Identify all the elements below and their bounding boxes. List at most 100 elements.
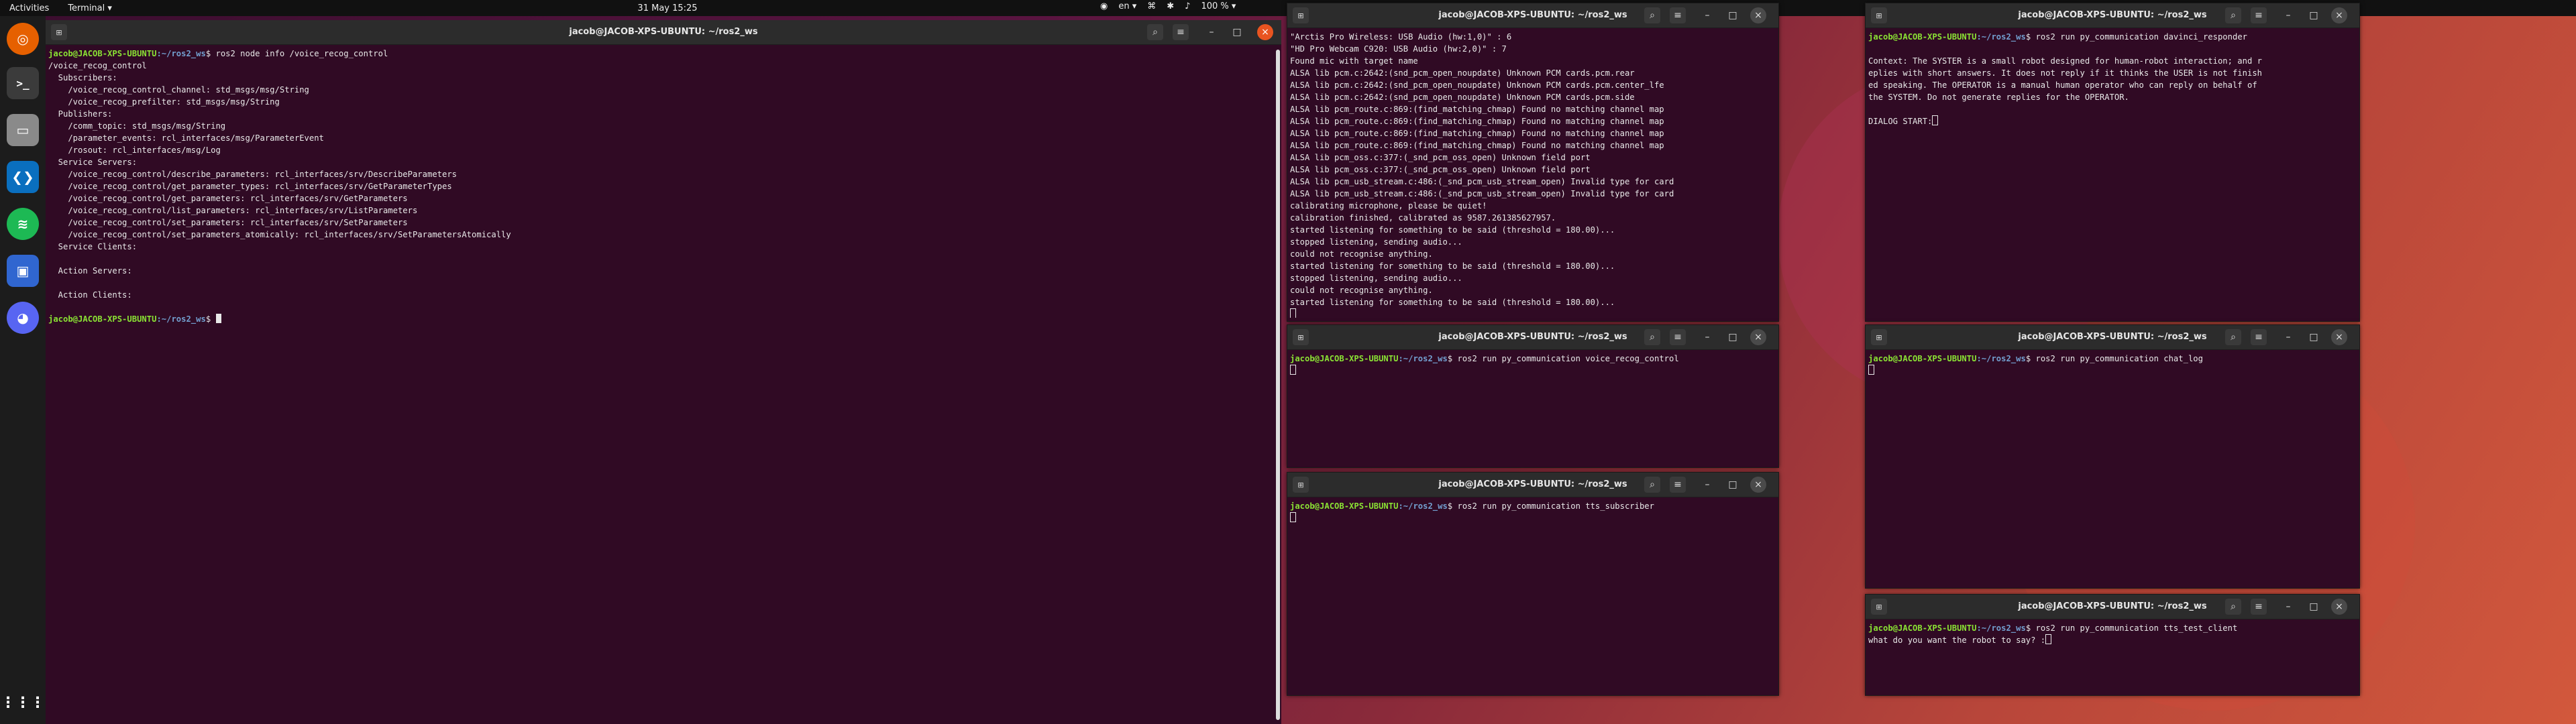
scrollbar[interactable]: [1276, 50, 1280, 720]
command-text: $ ros2 run py_communication davinci_resp…: [2025, 32, 2247, 42]
text-cursor[interactable]: [2045, 634, 2052, 644]
davinci-responder-terminal-window[interactable]: ⊞ jacob@JACOB-XPS-UBUNTU: ~/ros2_ws ⌕ ≡ …: [1865, 3, 2360, 322]
prompt-user: jacob@JACOB-XPS-UBUNTU: [48, 49, 157, 58]
command-text: $ ros2 run py_communication tts_test_cli…: [2025, 623, 2238, 633]
close-icon[interactable]: ×: [1257, 24, 1273, 40]
search-icon[interactable]: ⌕: [2225, 329, 2241, 345]
terminal-output[interactable]: jacob@JACOB-XPS-UBUNTU:~/ros2_ws$ ros2 r…: [1866, 350, 2359, 585]
dialog-start: DIALOG START:: [1868, 117, 1933, 126]
close-icon[interactable]: ×: [2331, 7, 2347, 23]
command-text: $ ros2 run py_communication chat_log: [2025, 354, 2203, 363]
menu-icon[interactable]: ≡: [1670, 7, 1686, 23]
terminal-output[interactable]: jacob@JACOB-XPS-UBUNTU:~/ros2_ws$ ros2 r…: [1866, 619, 2359, 692]
spotify-icon[interactable]: ≋: [7, 208, 39, 240]
terminal-icon[interactable]: >_: [7, 67, 39, 99]
language-indicator[interactable]: en ▾: [1118, 1, 1136, 11]
close-icon[interactable]: ×: [1750, 477, 1766, 493]
search-icon[interactable]: ⌕: [1644, 477, 1660, 493]
terminal-output[interactable]: "Arctis Pro Wireless: USB Audio (hw:1,0)…: [1287, 28, 1778, 318]
search-icon[interactable]: ⌕: [1147, 24, 1163, 40]
minimize-icon[interactable]: –: [1699, 477, 1715, 493]
tts-subscriber-terminal-window[interactable]: ⊞ jacob@JACOB-XPS-UBUNTU: ~/ros2_ws ⌕ ≡ …: [1287, 472, 1779, 696]
maximize-icon[interactable]: □: [2306, 7, 2322, 23]
terminal-output[interactable]: jacob@JACOB-XPS-UBUNTU:~/ros2_ws$ ros2 n…: [46, 45, 1281, 718]
screenshot-icon[interactable]: ▣: [7, 255, 39, 287]
search-icon[interactable]: ⌕: [1644, 329, 1660, 345]
network-icon[interactable]: ⌘: [1147, 1, 1156, 11]
text-cursor: [215, 314, 221, 323]
prompt-path: :~/ros2_ws: [1976, 354, 2026, 363]
speech-terminal-window[interactable]: ⊞ jacob@JACOB-XPS-UBUNTU: ~/ros2_ws ⌕ ≡ …: [1287, 3, 1779, 322]
menu-icon[interactable]: ≡: [1173, 24, 1189, 40]
minimize-icon[interactable]: –: [1699, 329, 1715, 345]
window-header[interactable]: ⊞ jacob@JACOB-XPS-UBUNTU: ~/ros2_ws ⌕ ≡ …: [1287, 325, 1778, 350]
window-header[interactable]: ⊞ jacob@JACOB-XPS-UBUNTU: ~/ros2_ws ⌕ ≡ …: [1866, 595, 2359, 619]
menu-icon[interactable]: ≡: [2251, 7, 2267, 23]
firefox-icon[interactable]: ◎: [7, 23, 39, 55]
text-cursor: [1868, 365, 1874, 375]
maximize-icon[interactable]: □: [1725, 477, 1741, 493]
discord-icon[interactable]: ◕: [7, 302, 39, 334]
text-cursor: [1290, 365, 1296, 375]
maximize-icon[interactable]: □: [2306, 599, 2322, 615]
close-icon[interactable]: ×: [1750, 7, 1766, 23]
prompt-path: :~/ros2_ws: [1976, 623, 2026, 633]
show-apps-icon[interactable]: ⋮⋮⋮: [1, 686, 45, 719]
command-text: $ ros2 node info /voice_recog_control: [205, 49, 388, 58]
maximize-icon[interactable]: □: [1229, 24, 1245, 40]
window-header[interactable]: ⊞ jacob@JACOB-XPS-UBUNTU: ~/ros2_ws ⌕ ≡ …: [1287, 473, 1778, 497]
prompt-user: jacob@JACOB-XPS-UBUNTU: [1290, 354, 1399, 363]
close-icon[interactable]: ×: [2331, 329, 2347, 345]
window-header[interactable]: ⊞ jacob@JACOB-XPS-UBUNTU: ~/ros2_ws ⌕ ≡ …: [46, 20, 1281, 45]
clock[interactable]: 31 May 15:25: [637, 3, 697, 13]
prompt-user: jacob@JACOB-XPS-UBUNTU: [1290, 501, 1399, 511]
minimize-icon[interactable]: –: [2280, 329, 2296, 345]
volume-icon[interactable]: ♪: [1185, 1, 1190, 11]
vscode-icon[interactable]: ❮❯: [7, 161, 39, 193]
context-text: Context: The SYSTER is a small robot des…: [1868, 56, 2262, 102]
files-icon[interactable]: ▭: [7, 114, 39, 146]
text-cursor: [1932, 115, 1939, 125]
command-text: $ ros2 run py_communication tts_subscrib…: [1447, 501, 1654, 511]
bluetooth-icon[interactable]: ✱: [1167, 1, 1174, 11]
menu-icon[interactable]: ≡: [2251, 599, 2267, 615]
prompt-path: :~/ros2_ws: [1398, 354, 1448, 363]
prompt-path: :~/ros2_ws: [1398, 501, 1448, 511]
tts-test-client-terminal-window[interactable]: ⊞ jacob@JACOB-XPS-UBUNTU: ~/ros2_ws ⌕ ≡ …: [1865, 594, 2360, 696]
voice-recog-terminal-window[interactable]: ⊞ jacob@JACOB-XPS-UBUNTU: ~/ros2_ws ⌕ ≡ …: [1287, 324, 1779, 468]
main-terminal-window[interactable]: ⊞ jacob@JACOB-XPS-UBUNTU: ~/ros2_ws ⌕ ≡ …: [46, 20, 1281, 724]
search-icon[interactable]: ⌕: [2225, 7, 2241, 23]
menu-icon[interactable]: ≡: [1670, 477, 1686, 493]
close-icon[interactable]: ×: [2331, 599, 2347, 615]
maximize-icon[interactable]: □: [1725, 329, 1741, 345]
window-header[interactable]: ⊞ jacob@JACOB-XPS-UBUNTU: ~/ros2_ws ⌕ ≡ …: [1287, 3, 1778, 28]
search-icon[interactable]: ⌕: [2225, 599, 2241, 615]
command-output: /voice_recog_control Subscribers: /voice…: [48, 61, 511, 300]
discord-tray-icon[interactable]: ◉: [1100, 1, 1108, 11]
minimize-icon[interactable]: –: [1699, 7, 1715, 23]
minimize-icon[interactable]: –: [2280, 7, 2296, 23]
terminal-output[interactable]: jacob@JACOB-XPS-UBUNTU:~/ros2_ws$ ros2 r…: [1287, 497, 1778, 692]
window-header[interactable]: ⊞ jacob@JACOB-XPS-UBUNTU: ~/ros2_ws ⌕ ≡ …: [1866, 3, 2359, 28]
maximize-icon[interactable]: □: [1725, 7, 1741, 23]
text-cursor: [1290, 512, 1296, 522]
text-cursor: [1290, 308, 1296, 318]
minimize-icon[interactable]: –: [1203, 24, 1220, 40]
prompt-user: jacob@JACOB-XPS-UBUNTU: [48, 314, 157, 324]
terminal-output[interactable]: jacob@JACOB-XPS-UBUNTU:~/ros2_ws$ ros2 r…: [1866, 28, 2359, 318]
prompt-user: jacob@JACOB-XPS-UBUNTU: [1868, 354, 1977, 363]
prompt-symbol: $: [205, 314, 216, 324]
maximize-icon[interactable]: □: [2306, 329, 2322, 345]
search-icon[interactable]: ⌕: [1644, 7, 1660, 23]
battery-indicator[interactable]: 100 % ▾: [1201, 1, 1236, 11]
chat-log-terminal-window[interactable]: ⊞ jacob@JACOB-XPS-UBUNTU: ~/ros2_ws ⌕ ≡ …: [1865, 324, 2360, 589]
close-icon[interactable]: ×: [1750, 329, 1766, 345]
command-output: "Arctis Pro Wireless: USB Audio (hw:1,0)…: [1290, 32, 1674, 307]
minimize-icon[interactable]: –: [2280, 599, 2296, 615]
menu-icon[interactable]: ≡: [1670, 329, 1686, 345]
terminal-output[interactable]: jacob@JACOB-XPS-UBUNTU:~/ros2_ws$ ros2 r…: [1287, 350, 1778, 464]
prompt-path: :~/ros2_ws: [156, 49, 206, 58]
window-header[interactable]: ⊞ jacob@JACOB-XPS-UBUNTU: ~/ros2_ws ⌕ ≡ …: [1866, 325, 2359, 350]
menu-icon[interactable]: ≡: [2251, 329, 2267, 345]
prompt-path: :~/ros2_ws: [1976, 32, 2026, 42]
